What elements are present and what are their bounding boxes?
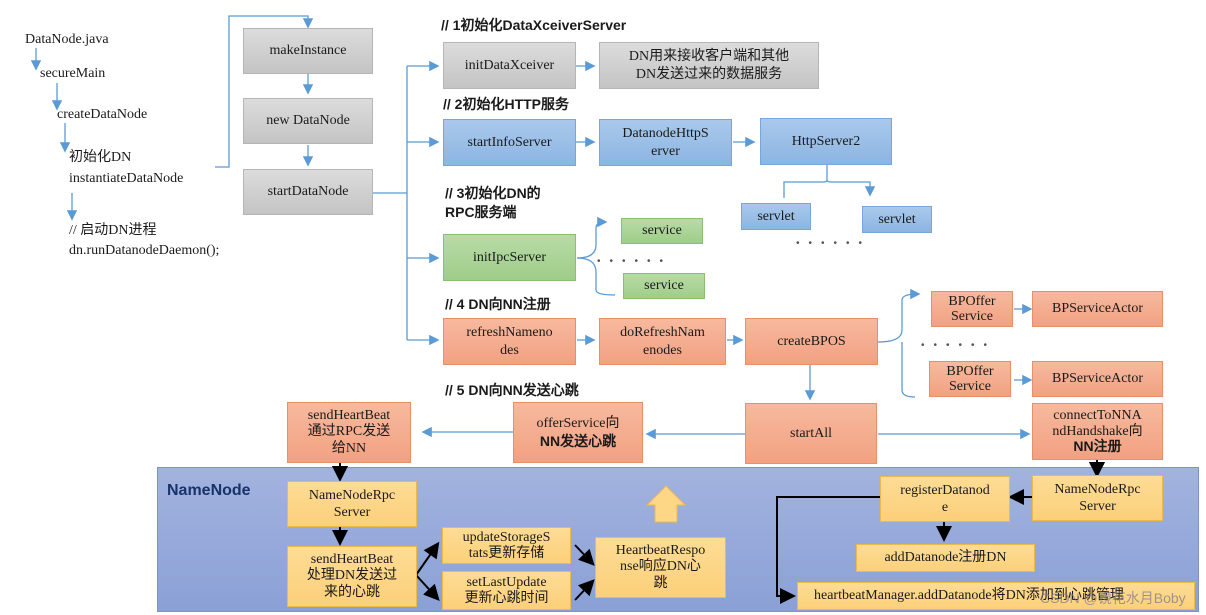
servlet-node-b[interactable]: servlet bbox=[862, 206, 932, 233]
node-line: NameNodeRpc bbox=[308, 487, 396, 503]
connect-handshake-node[interactable]: connectToNNA ndHandshake向 NN注册 bbox=[1032, 403, 1163, 460]
section4-title: // 4 DN向NN注册 bbox=[445, 296, 551, 312]
heartbeat-response-node[interactable]: HeartbeatRespo nse响应DN心 跳 bbox=[595, 537, 726, 598]
start-datanode-node[interactable]: startDataNode bbox=[243, 169, 373, 215]
section3-title-line2: RPC服务端 bbox=[445, 204, 517, 220]
bpservice-actor-node-b[interactable]: BPServiceActor bbox=[1032, 361, 1163, 397]
start-dn-comment: // 启动DN进程 bbox=[69, 223, 157, 238]
node-line: NN注册 bbox=[1073, 438, 1122, 455]
create-datanode-label: createDataNode bbox=[57, 107, 148, 122]
file-label: DataNode.java bbox=[25, 32, 109, 47]
node-line: offerService向 bbox=[536, 416, 620, 431]
datanode-http-server-node[interactable]: DatanodeHttpS erver bbox=[599, 119, 732, 166]
send-heartbeat-rpc-node[interactable]: sendHeartBeat 通过RPC发送 给NN bbox=[287, 402, 411, 463]
http-server2-node[interactable]: HttpServer2 bbox=[760, 118, 892, 165]
node-line: BPOffer bbox=[948, 293, 996, 309]
desc-line2: DN发送过来的数据服务 bbox=[635, 66, 783, 82]
instantiate-datanode-label: instantiateDataNode bbox=[69, 171, 184, 186]
node-line: connectToNNA bbox=[1053, 408, 1142, 424]
create-bpos-node[interactable]: createBPOS bbox=[745, 318, 878, 365]
run-daemon-label: dn.runDatanodeDaemon(); bbox=[69, 243, 220, 258]
node-line: Service bbox=[951, 309, 993, 324]
node-line: Server bbox=[1079, 499, 1116, 514]
update-storage-stats-node[interactable]: updateStorageS tats更新存储 bbox=[442, 527, 571, 564]
add-datanode-node[interactable]: addDatanode注册DN bbox=[856, 544, 1035, 572]
node-line: refreshNameno bbox=[466, 325, 553, 340]
node-line: 跳 bbox=[653, 575, 668, 591]
node-line: Service bbox=[949, 379, 991, 394]
node-line: e bbox=[941, 500, 949, 515]
node-line: 处理DN发送过 bbox=[306, 568, 398, 584]
watermark: CSDN @镜花水月Boby bbox=[1040, 590, 1186, 606]
node-line: Server bbox=[333, 505, 371, 520]
node-line: nse响应DN心 bbox=[620, 559, 701, 575]
node-line: sendHeartBeat bbox=[307, 408, 391, 424]
start-all-node[interactable]: startAll bbox=[745, 403, 877, 464]
node-line: 来的心跳 bbox=[324, 584, 380, 600]
node-line: NameNodeRpc bbox=[1054, 481, 1141, 497]
namenode-title: NameNode bbox=[167, 482, 251, 499]
service-node-a[interactable]: service bbox=[621, 218, 703, 244]
node-line: NN发送心跳 bbox=[539, 432, 617, 449]
node-line: 更新心跳时间 bbox=[464, 590, 549, 606]
bpservice-actor-node-a[interactable]: BPServiceActor bbox=[1032, 291, 1163, 327]
node-line: enodes bbox=[643, 342, 682, 358]
section1-title: // 1初始化DataXceiverServer bbox=[441, 17, 627, 33]
new-datanode-node[interactable]: new DataNode bbox=[243, 98, 373, 144]
start-info-server-node[interactable]: startInfoServer bbox=[443, 119, 576, 166]
service-node-b[interactable]: service bbox=[623, 273, 705, 299]
node-line: 通过RPC发送 bbox=[307, 424, 391, 440]
refresh-namenodes-node[interactable]: refreshNameno des bbox=[443, 318, 576, 365]
namenode-rpc-server-left[interactable]: NameNodeRpc Server bbox=[287, 481, 417, 527]
node-line: 给NN bbox=[331, 440, 367, 456]
section2-title: // 2初始化HTTP服务 bbox=[443, 96, 570, 112]
init-dn-label: 初始化DN bbox=[69, 150, 132, 165]
node-line: HeartbeatRespo bbox=[615, 543, 706, 559]
bpoffer-service-node-a[interactable]: BPOffer Service bbox=[931, 291, 1013, 327]
node-line: erver bbox=[651, 143, 680, 159]
data-service-desc-node[interactable]: DN用来接收客户端和其他 DN发送过来的数据服务 bbox=[599, 42, 819, 89]
make-instance-node[interactable]: makeInstance bbox=[243, 28, 373, 74]
namenode-rpc-server-right[interactable]: NameNodeRpc Server bbox=[1032, 475, 1163, 521]
node-line: BPOffer bbox=[946, 363, 994, 379]
set-last-update-node[interactable]: setLastUpdate 更新心跳时间 bbox=[442, 571, 571, 610]
desc-line1: DN用来接收客户端和其他 bbox=[628, 49, 790, 64]
servlet-ellipsis: •••••• bbox=[796, 238, 872, 249]
node-line: setLastUpdate bbox=[466, 575, 547, 591]
node-line: tats更新存储 bbox=[468, 545, 545, 561]
bpoffer-ellipsis: •••••• bbox=[921, 340, 997, 351]
node-line: updateStorageS bbox=[462, 530, 551, 546]
init-ipc-server-node[interactable]: initIpcServer bbox=[443, 234, 576, 281]
node-line: des bbox=[500, 342, 519, 358]
node-line: DatanodeHttpS bbox=[622, 126, 709, 141]
section5-title: // 5 DN向NN发送心跳 bbox=[445, 382, 579, 398]
init-data-xceiver-node[interactable]: initDataXceiver bbox=[443, 42, 576, 89]
secure-main-label: secureMain bbox=[40, 66, 106, 81]
register-datanode-node[interactable]: registerDatanod e bbox=[880, 476, 1010, 522]
send-heartbeat-handler-node[interactable]: sendHeartBeat 处理DN发送过 来的心跳 bbox=[287, 546, 417, 607]
offer-service-node[interactable]: offerService向 NN发送心跳 bbox=[513, 402, 643, 463]
node-line: ndHandshake向 bbox=[1052, 423, 1143, 439]
do-refresh-namenodes-node[interactable]: doRefreshNam enodes bbox=[599, 318, 726, 365]
node-line: registerDatanod bbox=[900, 482, 990, 498]
node-line: sendHeartBeat bbox=[310, 552, 394, 568]
section3-title-line1: // 3初始化DN的 bbox=[445, 185, 541, 201]
node-line: doRefreshNam bbox=[620, 325, 705, 340]
bpoffer-service-node-b[interactable]: BPOffer Service bbox=[929, 361, 1011, 397]
service-ellipsis: •••••• bbox=[597, 256, 673, 267]
servlet-node-a[interactable]: servlet bbox=[741, 203, 811, 230]
